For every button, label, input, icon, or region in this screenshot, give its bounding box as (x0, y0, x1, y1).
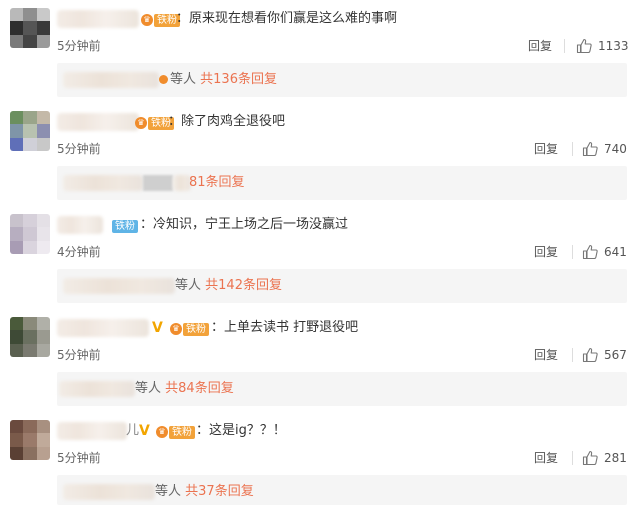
like-count: 740 (604, 142, 627, 156)
subreply-bar[interactable]: 81条回复 (57, 166, 627, 200)
like-button[interactable]: 740 (582, 140, 627, 158)
thumbs-up-icon (582, 244, 598, 260)
avatar[interactable] (10, 8, 50, 48)
divider (564, 39, 565, 53)
subreply-usernames (63, 484, 155, 500)
timestamp: 5分钟前 (57, 39, 101, 53)
subreply-avatar (143, 175, 173, 191)
subreply-bar[interactable]: 等人 共37条回复 (57, 475, 627, 505)
timestamp: 4分钟前 (57, 245, 101, 259)
reply-button[interactable]: 回复 (528, 37, 552, 55)
crown-icon: ♛ (141, 14, 153, 26)
thumbs-up-icon (582, 450, 598, 466)
crown-icon: ♛ (170, 323, 182, 335)
like-count: 641 (604, 245, 627, 259)
subreply-bar[interactable]: 等人 共142条回复 (57, 269, 627, 303)
subreply-usernames (63, 278, 175, 294)
divider (572, 451, 573, 465)
avatar[interactable] (10, 214, 50, 254)
reply-button[interactable]: 回复 (534, 140, 558, 158)
thumbs-up-icon (576, 38, 592, 54)
crown-icon (159, 75, 168, 84)
reply-button[interactable]: 回复 (534, 243, 558, 261)
comment-text: ：这是ig？？！ (196, 423, 286, 438)
username[interactable] (57, 216, 103, 234)
view-replies-link[interactable]: 共142条回复 (205, 278, 282, 293)
timestamp: 5分钟前 (57, 142, 101, 156)
subreply-usernames (59, 381, 135, 397)
comment-item: ♛ 铁粉 ：原来现在想看你们赢是这么难的事啊 5分钟前 回复 1133 等人 共… (0, 0, 640, 103)
thumbs-up-icon (582, 347, 598, 363)
fan-badge: ♛ 铁粉 (141, 12, 180, 28)
divider (572, 245, 573, 259)
username-tail[interactable]: 儿 (126, 422, 139, 440)
comment-item: 铁粉 ：冷知识，宁王上场之后一场没赢过 4分钟前 回复 641 等人 共142条… (0, 206, 640, 309)
view-replies-link[interactable]: 共84条回复 (165, 381, 234, 396)
subreply-bar[interactable]: 等人 共84条回复 (57, 372, 627, 406)
timestamp: 5分钟前 (57, 348, 101, 362)
like-button[interactable]: 281 (582, 449, 627, 467)
divider (572, 142, 573, 156)
avatar[interactable] (10, 111, 50, 151)
thumbs-up-icon (582, 141, 598, 157)
reply-button[interactable]: 回复 (534, 346, 558, 364)
reply-button[interactable]: 回复 (534, 449, 558, 467)
comment-text: ：冷知识，宁王上场之后一场没赢过 (140, 217, 349, 232)
comment-item: 儿 V ♛ 铁粉 ：这是ig？？！ 5分钟前 回复 281 等人 共37条回复 (0, 412, 640, 515)
username[interactable] (57, 113, 139, 131)
like-button[interactable]: 641 (582, 243, 627, 261)
divider (572, 348, 573, 362)
fan-badge: ♛ 铁粉 (156, 424, 195, 440)
subreply-usernames (63, 72, 159, 88)
subreply-bar[interactable]: 等人 共136条回复 (57, 63, 627, 97)
comment-text: ：上单去读书 打野退役吧 (211, 320, 359, 335)
username[interactable] (57, 319, 149, 337)
avatar[interactable] (10, 317, 50, 357)
like-count: 567 (604, 348, 627, 362)
avatar[interactable] (10, 420, 50, 460)
verified-v-icon: V (139, 423, 150, 439)
fan-badge: ♛ 铁粉 (170, 321, 209, 337)
crown-icon: ♛ (135, 117, 147, 129)
like-button[interactable]: 567 (582, 346, 627, 364)
username[interactable] (57, 10, 139, 28)
crown-icon: ♛ (156, 426, 168, 438)
verified-v-icon: V (152, 320, 163, 336)
like-button[interactable]: 1133 (576, 37, 629, 55)
comment-item: V ♛ 铁粉 ：上单去读书 打野退役吧 5分钟前 回复 567 等人 共84条回… (0, 309, 640, 412)
view-replies-link[interactable]: 共37条回复 (185, 484, 254, 499)
comment-item: ♛ 铁粉 ：除了肉鸡全退役吧 5分钟前 回复 740 81条回复 (0, 103, 640, 206)
like-count: 281 (604, 451, 627, 465)
view-replies-link[interactable]: 81条回复 (189, 175, 245, 190)
comment-text: ：原来现在想看你们赢是这么难的事啊 (176, 11, 398, 26)
username[interactable] (57, 422, 127, 440)
comment-text: ：除了肉鸡全退役吧 (168, 114, 286, 129)
fan-badge: 铁粉 (112, 218, 138, 234)
view-replies-link[interactable]: 共136条回复 (200, 72, 277, 87)
timestamp: 5分钟前 (57, 451, 101, 465)
subreply-usernames (63, 175, 143, 191)
like-count: 1133 (598, 39, 629, 53)
